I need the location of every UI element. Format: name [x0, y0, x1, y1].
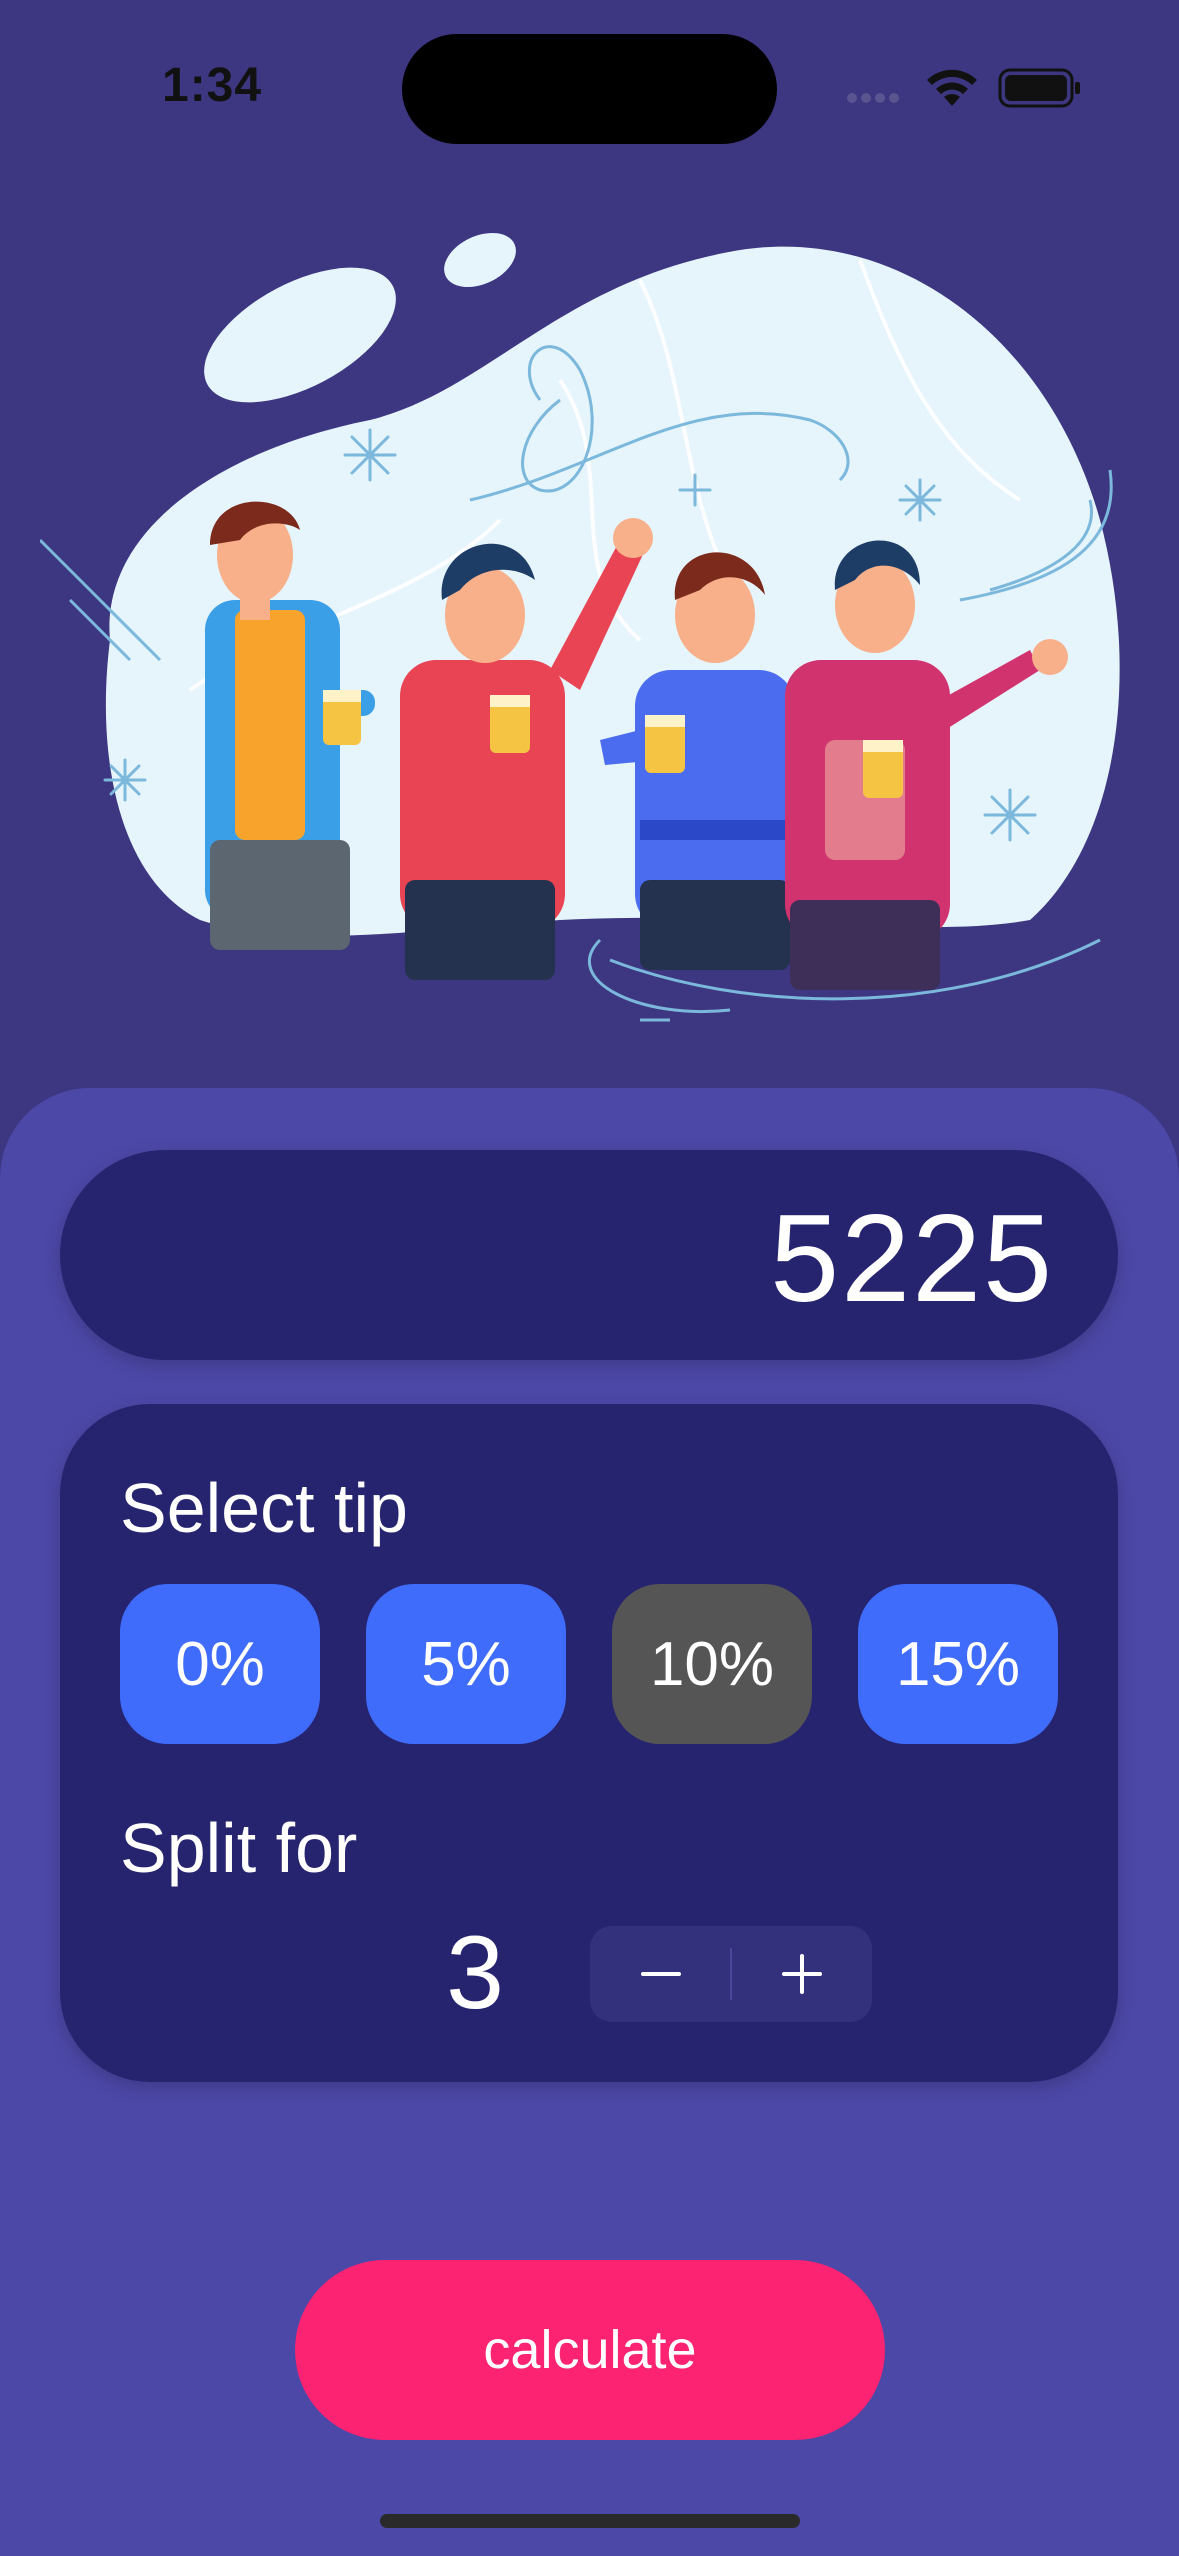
- tip-option-0-button[interactable]: 0%: [120, 1584, 320, 1744]
- tip-option-15-button[interactable]: 15%: [858, 1584, 1058, 1744]
- wifi-icon: [927, 69, 977, 106]
- decrement-button[interactable]: [590, 1926, 731, 2022]
- status-bar: 1:34: [0, 0, 1179, 160]
- tip-option-5-button[interactable]: 5%: [366, 1584, 566, 1744]
- split-count-value: 3: [446, 1915, 504, 2031]
- friends-toasting-illustration: [40, 232, 1120, 1022]
- split-for-label: Split for: [120, 1809, 358, 1887]
- plus-icon: [781, 1954, 822, 1994]
- bill-amount-field[interactable]: 5225: [60, 1150, 1118, 1360]
- minus-icon: [640, 1972, 681, 1976]
- calculate-button[interactable]: calculate: [295, 2260, 885, 2440]
- home-indicator[interactable]: [380, 2514, 800, 2528]
- increment-button[interactable]: [731, 1926, 872, 2022]
- tip-option-10-button[interactable]: 10%: [612, 1584, 812, 1744]
- dynamic-island: [402, 34, 777, 144]
- tip-split-card: Select tip 0% 5% 10% 15% Split for 3: [60, 1404, 1118, 2082]
- bill-amount-value[interactable]: 5225: [770, 1188, 1054, 1330]
- select-tip-label: Select tip: [120, 1469, 408, 1547]
- battery-icon: [998, 68, 1080, 108]
- cellular-signal-icon: [847, 93, 899, 103]
- split-stepper: [590, 1926, 872, 2022]
- status-time: 1:34: [162, 59, 263, 112]
